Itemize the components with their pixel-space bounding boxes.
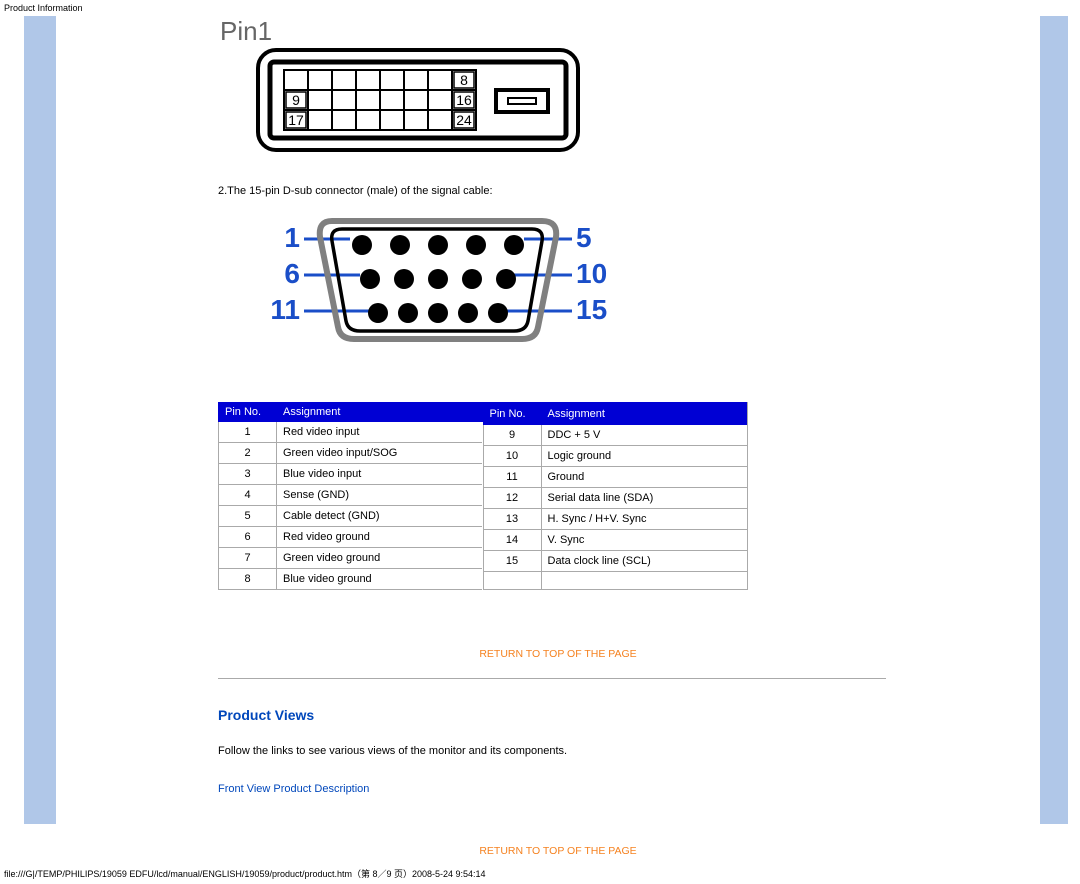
table-row: 8Blue video ground — [219, 569, 483, 590]
page-content: Pin1 — [0, 16, 1080, 857]
table-row: 15Data clock line (SCL) — [483, 551, 747, 572]
front-view-link[interactable]: Front View Product Description — [218, 783, 369, 795]
product-views-heading: Product Views — [218, 707, 898, 723]
table-row — [483, 572, 747, 590]
sidebar-left-stripe — [24, 16, 56, 824]
dvi-pin-24: 24 — [456, 112, 472, 128]
pin-table-left: Pin No. Assignment 1Red video input 2Gre… — [218, 402, 483, 590]
table-row: 2Green video input/SOG — [219, 443, 483, 464]
table-row: 5Cable detect (GND) — [219, 506, 483, 527]
dvi-connector-diagram: Pin1 — [218, 16, 898, 159]
table-row: 12Serial data line (SDA) — [483, 488, 747, 509]
dvi-pin-16: 16 — [456, 92, 472, 108]
dsub-label-5: 5 — [576, 222, 592, 253]
dvi-connector-svg: 8 9 16 17 24 — [256, 34, 596, 156]
table-row: 10Logic ground — [483, 446, 747, 467]
th-assign: Assignment — [541, 403, 747, 425]
table-row: 3Blue video input — [219, 464, 483, 485]
main-column: Pin1 — [218, 16, 898, 857]
table-row: 7Green video ground — [219, 548, 483, 569]
table-row: 9DDC + 5 V — [483, 425, 747, 446]
dsub-label-1: 1 — [284, 222, 300, 253]
dvi-pin-9: 9 — [292, 92, 300, 108]
dsub-label-6: 6 — [284, 258, 300, 289]
th-pinno: Pin No. — [219, 403, 277, 422]
product-views-desc: Follow the links to see various views of… — [218, 745, 898, 757]
dsub-description: 2.The 15-pin D-sub connector (male) of t… — [218, 185, 898, 197]
header-label: Product Information — [0, 0, 1080, 16]
table-row: 13H. Sync / H+V. Sync — [483, 509, 747, 530]
pin-assignment-tables: Pin No. Assignment 1Red video input 2Gre… — [218, 402, 748, 590]
sidebar-right-stripe — [1040, 16, 1068, 824]
divider — [218, 678, 886, 679]
return-to-top-link[interactable]: RETURN TO TOP OF THE PAGE — [218, 845, 898, 857]
dsub-label-11: 11 — [270, 294, 300, 325]
pin1-label: Pin1 — [220, 16, 272, 47]
table-row: 1Red video input — [219, 422, 483, 443]
table-row: 6Red video ground — [219, 527, 483, 548]
table-row: 11Ground — [483, 467, 747, 488]
dsub-connector-diagram: 1 6 11 5 10 15 — [254, 215, 898, 358]
dsub-label-10: 10 — [576, 258, 607, 289]
dvi-pin-17: 17 — [288, 112, 304, 128]
th-pinno: Pin No. — [483, 403, 541, 425]
return-to-top-link[interactable]: RETURN TO TOP OF THE PAGE — [218, 648, 898, 660]
footer-file-path: file:///G|/TEMP/PHILIPS/19059 EDFU/lcd/m… — [0, 863, 1080, 884]
table-row: 4Sense (GND) — [219, 485, 483, 506]
pin-table-right: Pin No. Assignment 9DDC + 5 V 10Logic gr… — [483, 402, 748, 590]
dvi-pin-8: 8 — [460, 72, 468, 88]
table-row: 14V. Sync — [483, 530, 747, 551]
th-assign: Assignment — [277, 403, 483, 422]
dsub-label-15: 15 — [576, 294, 607, 325]
